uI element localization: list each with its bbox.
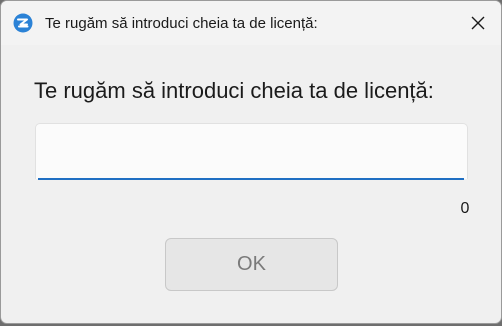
license-dialog-window: Te rugăm să introduci cheia ta de licenț… [0,0,502,324]
ok-button[interactable]: OK [165,238,338,291]
close-button[interactable] [455,1,501,45]
title-bar: Te rugăm să introduci cheia ta de licenț… [1,1,501,45]
close-icon [471,16,485,30]
license-key-field[interactable] [35,123,468,180]
prompt-label: Te rugăm să introduci cheia ta de licenț… [34,78,434,103]
character-count: 0 [460,200,470,217]
license-key-input[interactable] [36,124,467,179]
window-title: Te rugăm să introduci cheia ta de licenț… [45,15,318,32]
app-logo-icon [13,13,33,33]
